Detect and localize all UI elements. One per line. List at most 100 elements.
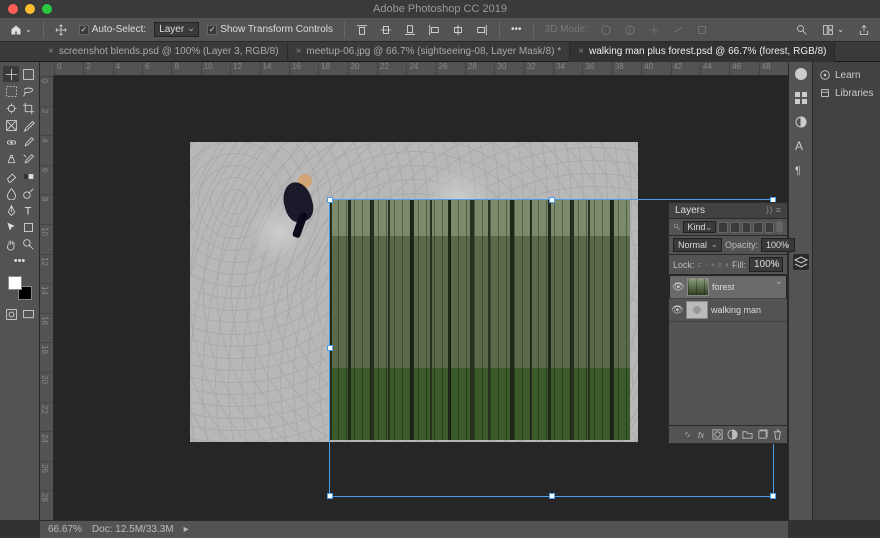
marquee-tool[interactable] (3, 83, 19, 99)
maximize-window-button[interactable] (42, 4, 52, 14)
zoom-tool[interactable] (20, 236, 36, 252)
eyedropper-tool[interactable] (20, 117, 36, 133)
share-button[interactable] (854, 23, 874, 37)
horizontal-ruler[interactable]: 0246810121416182022242628303234363840424… (54, 62, 788, 76)
layer-thumbnail[interactable] (687, 278, 709, 296)
layer-thumbnail[interactable] (686, 301, 708, 319)
filter-adjustment-icon[interactable] (730, 222, 740, 233)
character-panel-icon[interactable]: A (793, 138, 809, 154)
more-align-button[interactable]: ••• (507, 23, 526, 36)
pan-3d-button[interactable] (644, 23, 664, 37)
layers-panel-icon[interactable] (793, 254, 809, 270)
color-panel-icon[interactable] (793, 66, 809, 82)
lock-transparency-icon[interactable] (698, 260, 702, 270)
document-tab[interactable]: ×walking man plus forest.psd @ 66.7% (fo… (570, 42, 835, 62)
frame-tool[interactable] (3, 117, 19, 133)
layers-panel-header[interactable]: Layers ⟩⟩≡ (669, 203, 787, 219)
adjustment-layer-icon[interactable] (727, 429, 738, 440)
document-tab[interactable]: ×screenshot blends.psd @ 100% (Layer 3, … (40, 42, 288, 62)
collapse-panel-icon[interactable]: ⟩⟩ (766, 205, 773, 216)
delete-layer-icon[interactable] (772, 429, 783, 440)
libraries-tab[interactable]: Libraries (817, 84, 876, 102)
healing-brush-tool[interactable] (3, 134, 19, 150)
layer-visibility-toggle[interactable]: 👁 (672, 282, 684, 293)
layer-row[interactable]: 👁 walking man (669, 299, 787, 322)
auto-select-checkbox[interactable]: Auto-Select: (75, 23, 150, 36)
new-layer-icon[interactable] (757, 429, 768, 440)
eraser-tool[interactable] (3, 168, 19, 184)
lock-artboard-icon[interactable] (718, 260, 722, 270)
pen-tool[interactable] (3, 202, 19, 218)
paragraph-panel-icon[interactable]: ¶ (793, 162, 809, 178)
slide-3d-button[interactable] (668, 23, 688, 37)
vertical-ruler[interactable]: 0246810121416182022242628 (40, 76, 54, 520)
color-swatches[interactable] (8, 276, 32, 300)
filter-type-icon[interactable] (742, 222, 752, 233)
align-right-button[interactable] (472, 23, 492, 37)
document-canvas[interactable] (190, 142, 638, 442)
filter-pixel-icon[interactable] (718, 222, 728, 233)
align-top-button[interactable] (352, 23, 372, 37)
quick-select-tool[interactable] (3, 100, 19, 116)
link-layers-icon[interactable] (682, 429, 693, 440)
lock-position-icon[interactable] (711, 260, 715, 270)
dodge-tool[interactable] (20, 185, 36, 201)
history-brush-tool[interactable] (20, 151, 36, 167)
align-vcenter-button[interactable] (376, 23, 396, 37)
clone-stamp-tool[interactable] (3, 151, 19, 167)
search-button[interactable] (792, 23, 812, 37)
lock-pixels-icon[interactable] (704, 260, 708, 270)
auto-select-dropdown[interactable]: Layer (154, 22, 199, 37)
layer-row[interactable]: 👁 forest (669, 275, 787, 299)
artboard-tool[interactable] (20, 66, 36, 82)
filter-toggle-switch[interactable] (776, 221, 783, 233)
blur-tool[interactable] (3, 185, 19, 201)
transform-handle[interactable] (549, 493, 555, 499)
hand-tool[interactable] (3, 236, 19, 252)
fill-input[interactable]: 100% (749, 257, 783, 272)
align-hcenter-button[interactable] (448, 23, 468, 37)
align-left-button[interactable] (424, 23, 444, 37)
scale-3d-button[interactable] (692, 23, 712, 37)
layer-name[interactable]: walking man (711, 305, 761, 315)
document-tab[interactable]: ×meetup-06.jpg @ 66.7% (sightseeing-08, … (288, 42, 571, 62)
show-transform-checkbox[interactable]: Show Transform Controls (203, 23, 337, 36)
type-tool[interactable]: T (20, 202, 36, 218)
panel-menu-icon[interactable]: ≡ (776, 205, 781, 216)
transform-handle[interactable] (327, 493, 333, 499)
roll-3d-button[interactable] (620, 23, 640, 37)
opacity-input[interactable]: 100% (761, 238, 795, 252)
edit-toolbar-button[interactable]: ••• (12, 253, 28, 269)
move-tool[interactable] (3, 66, 19, 82)
layer-name[interactable]: forest (712, 282, 735, 292)
filter-smart-icon[interactable] (765, 222, 775, 233)
status-menu-chevron[interactable]: ▸ (184, 524, 189, 535)
lock-all-icon[interactable] (725, 260, 729, 270)
minimize-window-button[interactable] (25, 4, 35, 14)
home-button[interactable]: ⌄ (6, 23, 36, 37)
ruler-origin[interactable] (40, 62, 54, 76)
brush-tool[interactable] (20, 134, 36, 150)
learn-tab[interactable]: Learn (817, 66, 876, 84)
layer-style-icon[interactable]: fx (697, 429, 708, 440)
path-select-tool[interactable] (3, 219, 19, 235)
close-tab-icon[interactable]: × (48, 46, 54, 57)
zoom-level[interactable]: 66.67% (48, 524, 82, 535)
workspace-switcher-button[interactable]: ⌄ (818, 23, 848, 37)
new-group-icon[interactable] (742, 429, 753, 440)
doc-size[interactable]: Doc: 12.5M/33.3M (92, 524, 174, 535)
filter-shape-icon[interactable] (753, 222, 763, 233)
close-tab-icon[interactable]: × (578, 46, 584, 57)
transform-handle[interactable] (770, 493, 776, 499)
add-mask-icon[interactable] (712, 429, 723, 440)
screen-mode-button[interactable] (20, 306, 36, 322)
layer-visibility-toggle[interactable]: 👁 (671, 305, 683, 316)
shape-tool[interactable] (20, 219, 36, 235)
swatches-panel-icon[interactable] (793, 90, 809, 106)
close-window-button[interactable] (8, 4, 18, 14)
layer-filter-kind-dropdown[interactable]: Kind (683, 221, 716, 233)
lasso-tool[interactable] (20, 83, 36, 99)
quick-mask-button[interactable] (3, 306, 19, 322)
orbit-3d-button[interactable] (596, 23, 616, 37)
gradient-tool[interactable] (20, 168, 36, 184)
